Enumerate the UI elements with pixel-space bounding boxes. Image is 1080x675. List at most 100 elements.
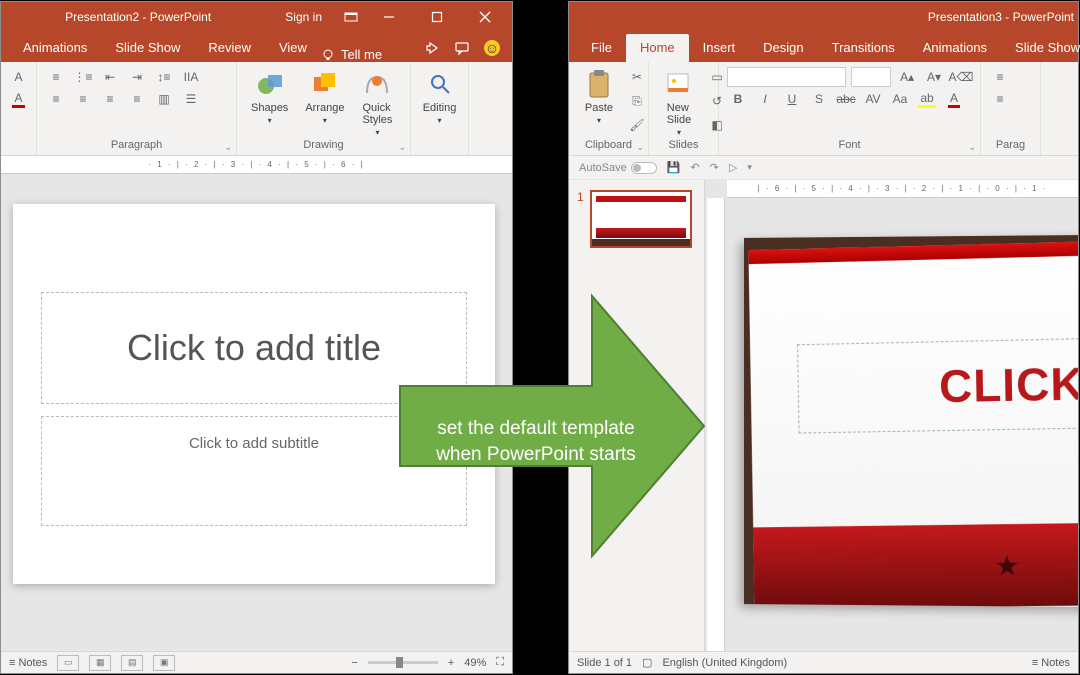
zoom-out-button[interactable]: − xyxy=(351,657,357,669)
undo-icon[interactable]: ↶ xyxy=(690,161,699,174)
sign-in-link[interactable]: Sign in xyxy=(285,10,322,24)
copy-icon[interactable]: ⎘ xyxy=(626,90,648,112)
close-button[interactable] xyxy=(468,2,502,32)
strike-icon[interactable]: abc xyxy=(835,88,857,110)
ribbon-right: Paste▾ ✂ ⎘ 🖌 Clipboard New Slide▾ ▭ ↺ xyxy=(569,62,1078,156)
ribbon-tabs-right: File Home Insert Design Transitions Anim… xyxy=(569,32,1078,62)
spellcheck-icon[interactable]: ▢ xyxy=(642,656,652,669)
bullets-icon[interactable]: ≡ xyxy=(989,66,1011,88)
text-direction-icon[interactable]: IIA xyxy=(180,66,202,88)
quick-styles-button[interactable]: Quick Styles▾ xyxy=(355,66,399,139)
shadow-icon[interactable]: S xyxy=(808,88,830,110)
feedback-icon[interactable] xyxy=(484,40,500,56)
slide-counter[interactable]: Slide 1 of 1 xyxy=(577,657,632,669)
tab-slideshow[interactable]: Slide Show xyxy=(1001,34,1080,62)
comments-icon[interactable] xyxy=(454,40,470,56)
window-title: Presentation2 - PowerPoint xyxy=(1,10,275,24)
format-painter-icon[interactable]: 🖌 xyxy=(626,114,648,136)
qat-more-icon[interactable]: ▾ xyxy=(747,162,752,173)
reading-view-icon[interactable]: ▤ xyxy=(121,655,143,671)
star-icon: ★ xyxy=(994,549,1020,582)
maximize-button[interactable] xyxy=(420,2,454,32)
zoom-slider[interactable] xyxy=(368,661,438,664)
group-clipboard: Paste▾ ✂ ⎘ 🖌 Clipboard xyxy=(569,62,649,155)
group-drawing: Shapes▾ Arrange▾ Quick Styles▾ Drawing xyxy=(237,62,411,155)
cut-icon[interactable]: ✂ xyxy=(626,66,648,88)
slide-thumbnail[interactable] xyxy=(590,190,692,248)
save-icon[interactable]: 💾 xyxy=(667,161,681,174)
zoom-in-button[interactable]: + xyxy=(448,657,454,669)
tab-review[interactable]: Review xyxy=(194,34,265,62)
arrange-button[interactable]: Arrange▾ xyxy=(299,66,350,127)
language-indicator[interactable]: English (United Kingdom) xyxy=(662,657,787,669)
share-icon[interactable] xyxy=(424,40,440,56)
autosave-toggle[interactable]: AutoSave xyxy=(579,162,657,174)
sorter-view-icon[interactable]: ▦ xyxy=(89,655,111,671)
font-color-icon[interactable]: A xyxy=(9,88,28,110)
char-spacing-icon[interactable]: AV xyxy=(862,88,884,110)
indent-left-icon[interactable]: ⇤ xyxy=(99,66,121,88)
tab-insert[interactable]: Insert xyxy=(689,34,750,62)
new-slide-button[interactable]: New Slide▾ xyxy=(657,66,701,139)
titlebar-right: Presentation3 - PowerPoint xyxy=(569,2,1078,32)
font-color-icon[interactable]: A xyxy=(943,88,965,110)
tell-me-search[interactable]: Tell me xyxy=(321,47,382,62)
slideshow-view-icon[interactable]: ▣ xyxy=(153,655,175,671)
zoom-level[interactable]: 49% xyxy=(464,657,486,669)
indent-right-icon[interactable]: ⇥ xyxy=(126,66,148,88)
align-left-icon[interactable]: ≡ xyxy=(45,88,67,110)
change-case-icon[interactable]: Aa xyxy=(889,88,911,110)
ribbon-tabs-left: Animations Slide Show Review View Tell m… xyxy=(1,32,512,62)
ribbon-display-icon[interactable] xyxy=(344,10,358,24)
notes-button[interactable]: ≡ Notes xyxy=(9,657,47,669)
ruler-horizontal: · 1 · | · 2 · | · 3 · | · 4 · | · 5 · | … xyxy=(1,156,512,174)
find-icon xyxy=(424,68,456,100)
tab-transitions[interactable]: Transitions xyxy=(818,34,909,62)
decrease-font-icon[interactable]: A▾ xyxy=(923,66,945,88)
group-label xyxy=(9,151,28,153)
ruler-vertical xyxy=(707,198,725,651)
tab-view[interactable]: View xyxy=(265,34,321,62)
highlight-icon[interactable]: ab xyxy=(916,88,938,110)
bold-icon[interactable]: B xyxy=(727,88,749,110)
tab-home[interactable]: Home xyxy=(626,34,689,62)
callout-text: set the default template when PowerPoint… xyxy=(416,416,656,467)
normal-view-icon[interactable]: ▭ xyxy=(57,655,79,671)
clear-format-icon[interactable]: A⌫ xyxy=(950,66,972,88)
redo-icon[interactable]: ↷ xyxy=(710,161,719,174)
align-center-icon[interactable]: ≡ xyxy=(72,88,94,110)
thumbnail-number: 1 xyxy=(577,190,584,248)
tab-design[interactable]: Design xyxy=(749,34,817,62)
tab-animations[interactable]: Animations xyxy=(909,34,1001,62)
quick-access-toolbar: AutoSave 💾 ↶ ↷ ▷ ▾ xyxy=(569,156,1078,180)
convert-smartart-icon[interactable]: ☰ xyxy=(180,88,202,110)
paste-button[interactable]: Paste▾ xyxy=(577,66,621,127)
tab-slideshow[interactable]: Slide Show xyxy=(101,34,194,62)
notes-button[interactable]: ≡ Notes xyxy=(1032,657,1070,669)
minimize-button[interactable] xyxy=(372,2,406,32)
group-font: A▴ A▾ A⌫ B I U S abc AV Aa ab A Font xyxy=(719,62,981,155)
italic-icon[interactable]: I xyxy=(754,88,776,110)
title-placeholder[interactable]: CLICK T xyxy=(797,334,1078,433)
start-from-beginning-icon[interactable]: ▷ xyxy=(729,161,737,174)
font-size-field[interactable] xyxy=(851,67,891,87)
shapes-button[interactable]: Shapes▾ xyxy=(245,66,294,127)
font-name-field[interactable] xyxy=(727,67,846,87)
tab-extras xyxy=(412,40,512,62)
slide-canvas[interactable]: CLICK T ★ xyxy=(744,234,1078,608)
fit-window-icon[interactable]: ⛶ xyxy=(496,656,504,669)
increase-font-icon[interactable]: A▴ xyxy=(896,66,918,88)
font-size-up-icon[interactable]: A xyxy=(9,66,28,88)
numbering-icon[interactable]: ⋮≡ xyxy=(72,66,94,88)
columns-icon[interactable]: ▥ xyxy=(153,88,175,110)
align-right-icon[interactable]: ≡ xyxy=(99,88,121,110)
justify-icon[interactable]: ≡ xyxy=(126,88,148,110)
bullets-icon[interactable]: ≡ xyxy=(45,66,67,88)
line-spacing-icon[interactable]: ↕≡ xyxy=(153,66,175,88)
editing-button[interactable]: Editing▾ xyxy=(419,66,460,127)
tab-file[interactable]: File xyxy=(577,34,626,62)
tab-animations[interactable]: Animations xyxy=(9,34,101,62)
align-left-icon[interactable]: ≡ xyxy=(989,88,1011,110)
underline-icon[interactable]: U xyxy=(781,88,803,110)
group-label-paragraph: Paragraph xyxy=(45,139,228,153)
